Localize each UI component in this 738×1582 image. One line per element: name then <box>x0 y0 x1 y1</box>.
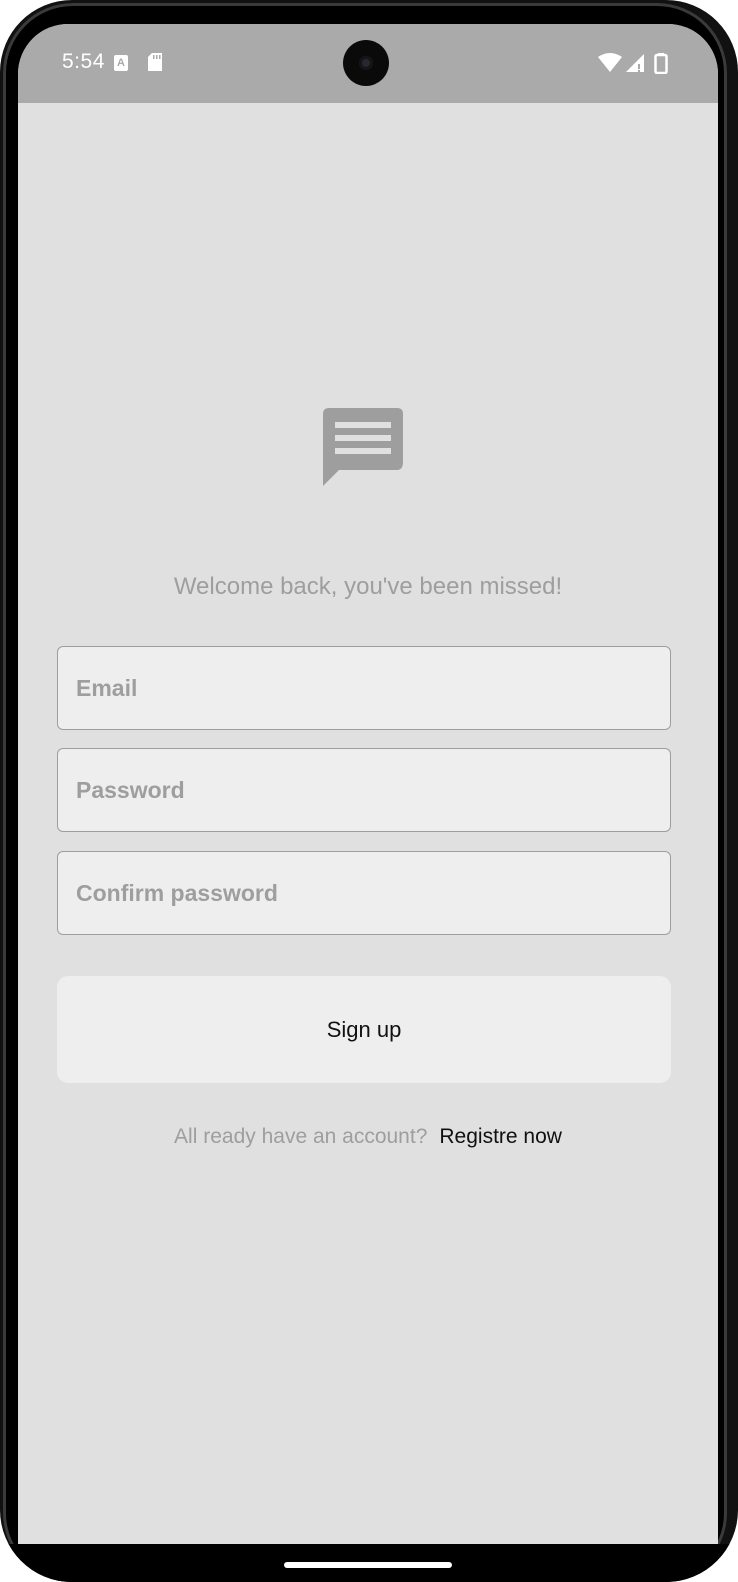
status-time: 5:54 <box>62 50 105 73</box>
status-right-icons <box>598 53 668 74</box>
a-notification-icon: A <box>114 55 128 71</box>
sd-card-icon <box>148 53 162 71</box>
login-prompt: All ready have an account? Registre now <box>18 1125 718 1149</box>
message-icon <box>323 408 403 486</box>
cell-signal-icon <box>626 54 644 72</box>
phone-frame: 5:54 A Welcome back, you've been missed!… <box>0 0 738 1582</box>
welcome-text: Welcome back, you've been missed! <box>173 573 563 600</box>
email-field[interactable] <box>57 646 671 730</box>
app-screen: 5:54 A Welcome back, you've been missed!… <box>18 24 718 1544</box>
account-prompt-text: All ready have an account? <box>174 1125 428 1148</box>
password-field[interactable] <box>57 748 671 832</box>
confirm-password-field[interactable] <box>57 851 671 935</box>
signup-button-label: Sign up <box>326 1016 402 1042</box>
wifi-icon <box>598 53 622 72</box>
register-now-link[interactable]: Registre now <box>439 1125 562 1148</box>
battery-icon <box>654 53 668 74</box>
front-camera <box>343 40 389 86</box>
status-bar: 5:54 A <box>18 24 718 103</box>
signup-page: Welcome back, you've been missed! Sign u… <box>18 103 718 1544</box>
signup-button[interactable]: Sign up <box>57 976 671 1083</box>
home-indicator[interactable] <box>284 1562 452 1568</box>
